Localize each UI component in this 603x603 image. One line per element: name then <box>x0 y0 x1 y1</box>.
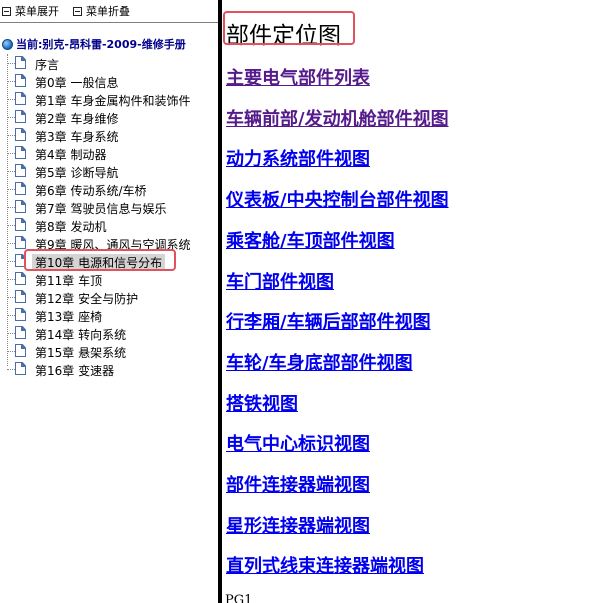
tree-item-label: 第8章 发动机 <box>35 220 107 234</box>
expand-icon <box>2 6 11 16</box>
tree-item[interactable]: 第2章 车身维修 <box>0 108 218 126</box>
document-icon <box>15 92 26 105</box>
tree-connector <box>7 243 15 244</box>
tree-connector <box>7 117 15 118</box>
document-icon <box>15 236 26 249</box>
selection-highlight <box>24 249 176 271</box>
tree-connector <box>7 63 15 64</box>
tree-connector <box>7 153 15 154</box>
tree-item-label: 第7章 驾驶员信息与娱乐 <box>35 202 167 216</box>
tree-item[interactable]: 第11章 车顶 <box>0 270 218 288</box>
tree-connector <box>7 81 15 82</box>
document-icon <box>15 326 26 339</box>
tree-item-label: 第5章 诊断导航 <box>35 166 119 180</box>
document-icon <box>15 272 26 285</box>
tree-item[interactable]: 第15章 悬架系统 <box>0 342 218 360</box>
content-frame: 部件定位图 PG1 主要电气部件列表 车辆前部/发动机舱部件视图 动力系统部件视图仪… <box>222 0 603 603</box>
collapse-menu-label: 菜单折叠 <box>86 5 130 18</box>
content-link[interactable]: 星形连接器端视图 <box>226 512 370 538</box>
tree-item-label: 第14章 转向系统 <box>35 328 127 342</box>
document-icon <box>15 344 26 357</box>
content-link[interactable]: 动力系统部件视图 <box>226 145 370 171</box>
tree-item-label: 序言 <box>35 58 60 72</box>
tree-connector <box>7 333 15 334</box>
tree-connector <box>7 297 15 298</box>
content-link[interactable]: 电气中心标识视图 <box>226 430 370 456</box>
tree-item[interactable]: 第8章 发动机 <box>0 216 218 234</box>
tree-item[interactable]: 第13章 座椅 <box>0 306 218 324</box>
tree-item-label: 第15章 悬架系统 <box>35 346 127 360</box>
tree-root-label: 当前:别克-昂科雷-2009-维修手册 <box>16 38 186 51</box>
document-icon <box>15 218 26 231</box>
document-icon <box>15 164 26 177</box>
content-link[interactable]: 部件连接器端视图 <box>226 471 370 497</box>
tree-item-label: 第6章 传动系统/车桥 <box>35 184 147 198</box>
tree-item[interactable]: 第5章 诊断导航 <box>0 162 218 180</box>
tree-connector <box>7 261 15 262</box>
tree-item[interactable]: 第6章 传动系统/车桥 <box>0 180 218 198</box>
tree-item-label: 第13章 座椅 <box>35 310 103 324</box>
content-link[interactable]: 乘客舱/车顶部件视图 <box>226 227 395 253</box>
document-icon <box>15 146 26 159</box>
collapse-icon <box>73 6 82 16</box>
tree-item-label: 第16章 变速器 <box>35 364 115 378</box>
content-link[interactable]: 车轮/车身底部部件视图 <box>226 349 413 375</box>
collapse-menu-button[interactable]: 菜单折叠 <box>73 3 130 19</box>
tree-item[interactable]: 第12章 安全与防护 <box>0 288 218 306</box>
tree-connector <box>7 207 15 208</box>
content-link[interactable]: 主要电气部件列表 <box>226 64 370 90</box>
tree-connector <box>7 369 15 370</box>
tree-item[interactable]: 第3章 车身系统 <box>0 126 218 144</box>
expand-menu-label: 菜单展开 <box>15 5 59 18</box>
tree-root[interactable]: 当前:别克-昂科雷-2009-维修手册 <box>2 36 186 52</box>
tree-connector <box>7 189 15 190</box>
expand-menu-button[interactable]: 菜单展开 <box>2 3 59 19</box>
document-icon <box>15 200 26 213</box>
tree-item-label: 第11章 车顶 <box>35 274 103 288</box>
tree-item[interactable]: 第0章 一般信息 <box>0 72 218 90</box>
content-link[interactable]: 车辆前部/发动机舱部件视图 <box>226 105 449 131</box>
document-icon <box>15 128 26 141</box>
menu-bar: 菜单展开 菜单折叠 <box>0 0 218 23</box>
tree-connector <box>7 315 15 316</box>
content-link[interactable]: 直列式线束连接器端视图 <box>226 552 424 578</box>
document-icon <box>15 362 26 375</box>
tree-connector <box>7 135 15 136</box>
document-icon <box>15 56 26 69</box>
tree-item-label: 第4章 制动器 <box>35 148 107 162</box>
tree-item-label: 第0章 一般信息 <box>35 76 119 90</box>
document-icon <box>15 308 26 321</box>
tree-item[interactable]: 第1章 车身金属构件和装饰件 <box>0 90 218 108</box>
content-link[interactable]: 搭铁视图 <box>226 390 298 416</box>
document-icon <box>15 74 26 87</box>
document-icon <box>15 110 26 123</box>
tree-item-label: 第3章 车身系统 <box>35 130 119 144</box>
content-link[interactable]: 车门部件视图 <box>226 268 334 294</box>
document-icon <box>15 182 26 195</box>
content-link[interactable]: 行李厢/车辆后部部件视图 <box>226 308 431 334</box>
tree-connector <box>7 351 15 352</box>
tree-item[interactable]: 第4章 制动器 <box>0 144 218 162</box>
tree-connector <box>7 225 15 226</box>
tree-item[interactable]: 序言 <box>0 54 218 72</box>
document-icon <box>15 290 26 303</box>
tree-item[interactable]: 第14章 转向系统 <box>0 324 218 342</box>
tree-connector <box>7 99 15 100</box>
content-link[interactable]: 仪表板/中央控制台部件视图 <box>226 186 449 212</box>
tree-item-label: 第1章 车身金属构件和装饰件 <box>35 94 191 108</box>
tree-item-label: 第12章 安全与防护 <box>35 292 139 306</box>
globe-icon <box>2 38 13 50</box>
tree-connector <box>7 171 15 172</box>
title-highlight <box>223 11 355 45</box>
tree-item-label: 第2章 车身维修 <box>35 112 119 126</box>
navigation-frame: 菜单展开 菜单折叠 当前:别克-昂科雷-2009-维修手册 序言第0章 一般信息… <box>0 0 218 603</box>
tree-item[interactable]: 第16章 变速器 <box>0 360 218 378</box>
tree-connector <box>7 279 15 280</box>
tree-item[interactable]: 第7章 驾驶员信息与娱乐 <box>0 198 218 216</box>
page-footer: PG1 <box>225 593 253 603</box>
